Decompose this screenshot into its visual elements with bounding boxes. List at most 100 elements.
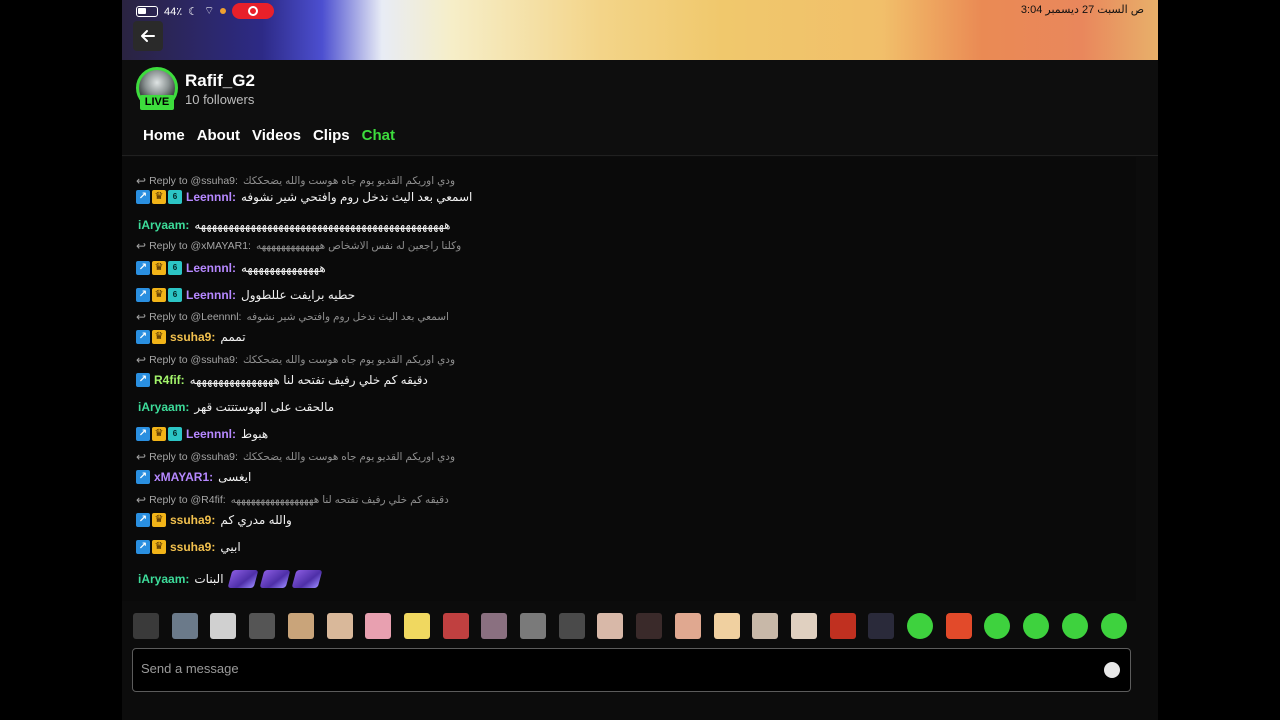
reply-context[interactable]: ↩ Reply to @Leennnl: اسمعي بعد اليث ندخل ر… xyxy=(136,310,449,324)
reply-quoted-text: اسمعي بعد اليث ندخل روم وافتحي شير نشوفه xyxy=(246,311,449,323)
chat-message-text: تممم xyxy=(220,330,246,344)
chat-log[interactable]: ↩ Reply to @ssuha9: ودي اوريكم القديو يوم … xyxy=(122,157,1136,601)
arrow-badge-icon[interactable]: ↗ xyxy=(136,427,150,441)
tab-home[interactable]: Home xyxy=(143,127,185,144)
emote-5[interactable] xyxy=(287,613,314,639)
chat-username[interactable]: ssuha9: xyxy=(170,513,215,527)
emote-22[interactable] xyxy=(945,613,972,639)
arrow-badge-icon[interactable]: ↗ xyxy=(136,261,150,275)
tab-clips[interactable]: Clips xyxy=(313,127,350,144)
chat-username[interactable]: iAryaam: xyxy=(138,218,189,232)
arrow-badge-icon[interactable]: ↗ xyxy=(136,373,150,387)
emoji-picker-icon[interactable] xyxy=(1104,662,1120,678)
chat-username[interactable]: Leennnl: xyxy=(186,190,236,204)
chat-message-text: هبوط xyxy=(241,427,269,441)
emote-4[interactable] xyxy=(249,613,276,639)
crown-badge-icon[interactable]: ♛ xyxy=(152,261,166,275)
chat-message[interactable]: ↗ xMAYAR1: ايغسى xyxy=(136,470,251,484)
tab-videos[interactable]: Videos xyxy=(252,127,301,144)
arrow-badge-icon[interactable]: ↗ xyxy=(136,540,150,554)
tier-badge-icon[interactable]: 6 xyxy=(168,288,182,302)
tab-chat[interactable]: Chat xyxy=(362,127,395,144)
chat-username[interactable]: Leennnl: xyxy=(186,261,236,275)
arrow-badge-icon[interactable]: ↗ xyxy=(136,190,150,204)
reply-icon: ↩ xyxy=(136,310,147,324)
channel-name[interactable]: Rafif_G2 xyxy=(185,71,255,91)
tab-about[interactable]: About xyxy=(197,127,240,144)
emote-8[interactable] xyxy=(403,613,430,639)
emote-19[interactable] xyxy=(829,613,856,639)
chat-message[interactable]: ↗ ♛ ssuha9: ابيي xyxy=(136,540,241,554)
arrow-badge-icon[interactable]: ↗ xyxy=(136,513,150,527)
screen-record-indicator[interactable] xyxy=(232,3,275,19)
tier-badge-icon[interactable]: 6 xyxy=(168,427,182,441)
chat-message[interactable]: ↗ R4fif: دقيقه كم خلي رفيف تفتحه لنا ههههه… xyxy=(136,373,428,387)
chat-username[interactable]: iAryaam: xyxy=(138,400,189,414)
emote-15[interactable] xyxy=(674,613,701,639)
crown-badge-icon[interactable]: ♛ xyxy=(152,288,166,302)
emote-26[interactable] xyxy=(1100,613,1127,639)
reply-context[interactable]: ↩ Reply to @ssuha9: ودي اوريكم القديو يوم … xyxy=(136,174,455,188)
crown-badge-icon[interactable]: ♛ xyxy=(152,513,166,527)
emote-21[interactable] xyxy=(907,613,933,639)
reply-context[interactable]: ↩ Reply to @R4fif: دقيقه كم خلي رفيف تفتحه… xyxy=(136,493,449,507)
crown-badge-icon[interactable]: ♛ xyxy=(152,540,166,554)
emote-1[interactable] xyxy=(133,613,159,639)
tier-badge-icon[interactable]: 6 xyxy=(168,190,182,204)
arrow-badge-icon[interactable]: ↗ xyxy=(136,288,150,302)
emote-2[interactable] xyxy=(171,613,198,639)
emote-9[interactable] xyxy=(442,613,469,639)
crown-badge-icon[interactable]: ♛ xyxy=(152,427,166,441)
emote-11[interactable] xyxy=(520,613,546,639)
channel-header: LIVE Rafif_G2 10 followers Home About Vi… xyxy=(122,60,1158,156)
tier-badge-icon[interactable]: 6 xyxy=(168,261,182,275)
emote-3[interactable] xyxy=(210,613,237,639)
emote-7[interactable] xyxy=(365,613,392,639)
chat-username[interactable]: ssuha9: xyxy=(170,330,215,344)
chat-username[interactable]: xMAYAR1: xyxy=(154,470,213,484)
chat-message[interactable]: iAryaam: مالحقت على الهوستتتت قهر xyxy=(136,400,334,414)
emote-17[interactable] xyxy=(752,613,779,639)
chat-username[interactable]: Leennnl: xyxy=(186,427,236,441)
emote-13[interactable] xyxy=(597,613,624,639)
chat-message[interactable]: ↗ ♛ 6 Leennnl: اسمعي بعد اليث ندخل روم وافتح… xyxy=(136,190,472,204)
emote-18[interactable] xyxy=(790,613,817,639)
emote-20[interactable] xyxy=(868,613,895,639)
chat-username[interactable]: ssuha9: xyxy=(170,540,215,554)
reply-quoted-text: ودي اوريكم القديو يوم جاه هوست والله يضح… xyxy=(242,354,456,366)
emote-6[interactable] xyxy=(326,613,353,639)
reply-context[interactable]: ↩ Reply to @ssuha9: ودي اوريكم القديو يوم … xyxy=(136,353,455,367)
emote-12[interactable] xyxy=(558,613,585,639)
emote-10[interactable] xyxy=(481,613,508,639)
record-icon xyxy=(248,6,259,16)
emote-16[interactable] xyxy=(713,613,740,639)
emote-14[interactable] xyxy=(636,613,663,639)
chat-username[interactable]: R4fif: xyxy=(154,373,185,387)
emote-23[interactable] xyxy=(984,613,1011,639)
emote-24[interactable] xyxy=(1023,613,1050,639)
crown-badge-icon[interactable]: ♛ xyxy=(152,190,166,204)
chat-message[interactable]: iAryaam: هههههههههههههههههههههههههههههههه… xyxy=(136,218,451,232)
arrow-badge-icon[interactable]: ↗ xyxy=(136,330,150,344)
crown-badge-icon[interactable]: ♛ xyxy=(152,330,166,344)
reply-target: Reply to @ssuha9: xyxy=(149,175,238,187)
chat-username[interactable]: Leennnl: xyxy=(186,288,236,302)
chat-message-text: هههههههههههههههههههههههههههههههههههههههه… xyxy=(194,218,451,232)
reply-context[interactable]: ↩ Reply to @ssuha9: ودي اوريكم القديو يوم … xyxy=(136,450,455,464)
chat-message[interactable]: iAryaam: البنات xyxy=(136,570,322,588)
back-button[interactable] xyxy=(133,21,163,51)
chat-message[interactable]: ↗ ♛ ssuha9: والله مدري كم xyxy=(136,513,292,527)
chat-username[interactable]: iAryaam: xyxy=(138,572,189,586)
chat-message[interactable]: ↗ ♛ ssuha9: تممم xyxy=(136,330,246,344)
message-input-box[interactable] xyxy=(132,648,1131,692)
reply-context[interactable]: ↩ Reply to @xMAYAR1: وكلنا راجعين له نفس ا… xyxy=(136,239,461,253)
chat-message[interactable]: ↗ ♛ 6 Leennnl: ههههههههههههههه xyxy=(136,261,326,275)
emote-25[interactable] xyxy=(1061,613,1088,639)
arrow-badge-icon[interactable]: ↗ xyxy=(136,470,150,484)
message-input[interactable] xyxy=(141,661,1041,676)
chat-message-text: والله مدري كم xyxy=(220,513,292,527)
chat-message[interactable]: ↗ ♛ 6 Leennnl: هبوط xyxy=(136,427,268,441)
follower-count: 10 followers xyxy=(185,92,255,107)
chat-message[interactable]: ↗ ♛ 6 Leennnl: حطيه برايفت عللطوول xyxy=(136,288,355,302)
reply-quoted-text: وكلنا راجعين له نفس الاشخاص هههههههههههه… xyxy=(255,240,462,252)
